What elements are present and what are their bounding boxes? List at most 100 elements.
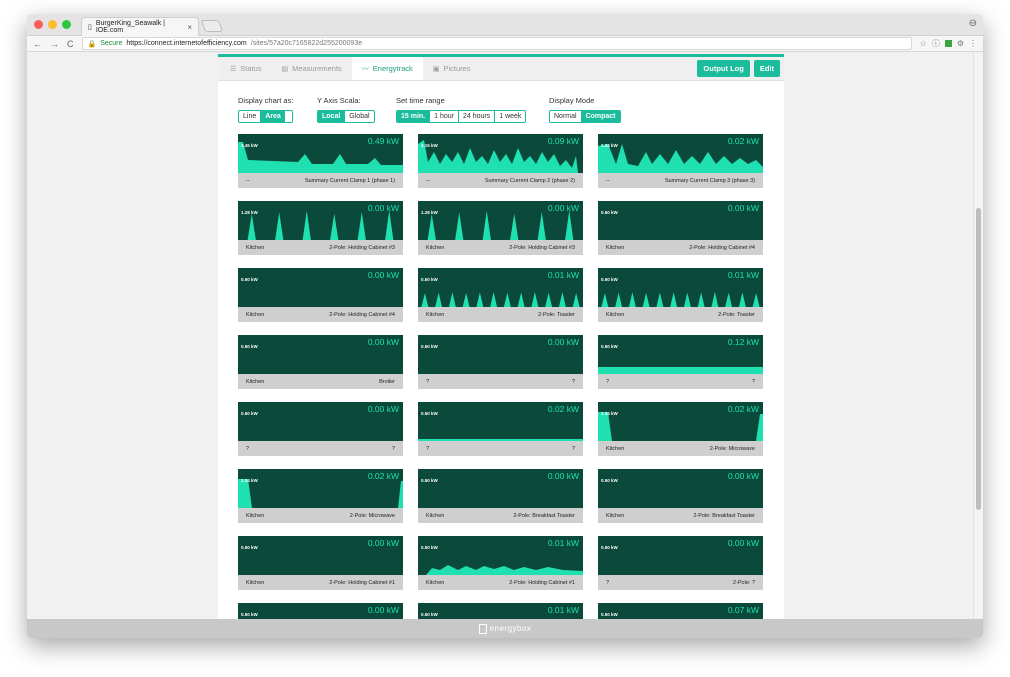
- energy-card[interactable]: 0.50 kW 0.02 kW??: [418, 402, 583, 456]
- energybox-logo-icon: [478, 623, 487, 634]
- energy-area-chart[interactable]: 2.34 kW 0.02 kW: [598, 134, 763, 173]
- energy-card[interactable]: 0.50 kW 0.00 kW Kitchen 2-Pole: Holding Cab…: [238, 268, 403, 322]
- energy-area-chart[interactable]: 3.45 kW 0.49 kW: [238, 134, 403, 173]
- energy-card[interactable]: 1.28 kW 0.00 kW Kitchen 2-Pole: Holding Cab…: [238, 201, 403, 255]
- extension-gear-icon[interactable]: ⚙: [957, 39, 964, 48]
- time-1hour-option[interactable]: 1 hour: [430, 111, 459, 122]
- energy-card[interactable]: 3.45 kW 0.49 kW -- Summary Current Clamp 1 …: [238, 134, 403, 188]
- chart-line-option[interactable]: Line: [239, 111, 262, 122]
- back-icon[interactable]: ←: [33, 39, 42, 49]
- energy-area-chart[interactable]: 0.50 kW 0.00 kW: [238, 603, 403, 619]
- tab-energytrack[interactable]: 〰 Energytrack: [351, 57, 423, 80]
- energy-card[interactable]: 0.50 kW 0.00 kW Kitchen 2-Pole: Breakfast T…: [418, 469, 583, 523]
- star-icon[interactable]: ☆: [920, 39, 927, 48]
- tab-energytrack-label: Energytrack: [372, 64, 413, 73]
- browser-tab[interactable]: ▯ BurgerKing_Seawalk | IOE.com ×: [81, 17, 199, 36]
- energy-area-chart[interactable]: 0.50 kW 0.07 kW: [598, 603, 763, 619]
- energy-card[interactable]: 0.50 kW 0.00 kW Kitchen 2-Pole: Holding Cab…: [238, 536, 403, 590]
- card-footer: ??: [418, 374, 583, 389]
- energy-card[interactable]: 0.50 kW 0.00 kW??: [238, 402, 403, 456]
- energy-area-chart[interactable]: 0.50 kW 0.02 kW: [418, 402, 583, 441]
- new-tab-button[interactable]: [200, 20, 224, 32]
- tab-status[interactable]: ☰ Status: [220, 57, 272, 80]
- energy-area-chart[interactable]: 0.50 kW 0.00 kW: [418, 335, 583, 374]
- energy-area-chart[interactable]: 0.50 kW 0.01 kW: [598, 268, 763, 307]
- chart-area-option[interactable]: Area: [261, 111, 285, 122]
- scrollbar[interactable]: [973, 52, 983, 619]
- location-label: Kitchen: [246, 579, 265, 586]
- edit-button[interactable]: Edit: [753, 60, 780, 77]
- energy-card[interactable]: 4.15 kW 0.09 kW -- Summary Current Clamp 2 …: [418, 134, 583, 188]
- energy-card[interactable]: 2.34 kW 0.02 kW -- Summary Current Clamp 3 …: [598, 134, 763, 188]
- energy-card[interactable]: 0.50 kW 0.01 kW: [418, 603, 583, 619]
- location-label: Kitchen: [606, 244, 625, 251]
- circuit-label: 2-Pole: Microwave: [709, 445, 755, 452]
- energy-card[interactable]: 1.34 kW 0.02 kW Kitchen 2-Pole: Microwave: [238, 469, 403, 523]
- current-power-value: 0.02 kW: [547, 404, 579, 414]
- energy-card[interactable]: 0.50 kW 0.00 kW Kitchen Broiler: [238, 335, 403, 389]
- forward-icon[interactable]: →: [50, 39, 59, 49]
- circuit-label: Summary Current Clamp 2 (phase 2): [484, 177, 575, 184]
- energy-card[interactable]: 0.50 kW 0.07 kW: [598, 603, 763, 619]
- minimize-window-button[interactable]: [48, 20, 57, 29]
- energy-card[interactable]: 0.50 kW 0.01 kW Kitchen 2-Pole: Toaster: [598, 268, 763, 322]
- url-input[interactable]: 🔒 Secure https://connect.internetofeffic…: [81, 37, 912, 50]
- energy-area-chart[interactable]: 0.50 kW 0.00 kW: [238, 536, 403, 575]
- energy-card[interactable]: 0.50 kW 0.00 kW? 2-Pole: ?: [598, 536, 763, 590]
- tab-measurements[interactable]: ▤ Measurements: [272, 57, 352, 80]
- energy-area-chart[interactable]: 1.34 kW 0.02 kW: [238, 469, 403, 508]
- menu-dots-icon[interactable]: ⋮: [969, 39, 977, 48]
- energy-area-chart[interactable]: 0.50 kW 0.01 kW: [418, 268, 583, 307]
- energy-area-chart[interactable]: 0.50 kW 0.01 kW: [418, 603, 583, 619]
- current-power-value: 0.00 kW: [367, 270, 399, 280]
- power-area: [598, 144, 763, 173]
- energy-area-chart[interactable]: 1.34 kW 0.02 kW: [598, 402, 763, 441]
- info-icon[interactable]: ⓘ: [932, 38, 940, 49]
- extension-icon[interactable]: [944, 40, 952, 47]
- energy-area-chart[interactable]: 0.50 kW 0.00 kW: [238, 268, 403, 307]
- card-footer: ??: [418, 441, 583, 456]
- time-24hours-option[interactable]: 24 hours: [459, 111, 496, 122]
- energy-card[interactable]: 0.50 kW 0.00 kW: [238, 603, 403, 619]
- close-tab-icon[interactable]: ×: [187, 23, 192, 32]
- close-window-button[interactable]: [34, 20, 43, 29]
- energy-area-chart[interactable]: 0.50 kW 0.00 kW: [598, 536, 763, 575]
- trend-icon: 〰: [361, 65, 369, 73]
- display-mode-toggle: Normal Compact: [549, 110, 621, 123]
- energy-area-chart[interactable]: 0.50 kW 0.01 kW: [418, 536, 583, 575]
- energy-area-chart[interactable]: 0.50 kW 0.00 kW: [238, 402, 403, 441]
- mode-compact-option[interactable]: Compact: [581, 111, 620, 122]
- energy-area-chart[interactable]: 0.50 kW 0.00 kW: [418, 469, 583, 508]
- y-axis-local-option[interactable]: Local: [318, 111, 346, 122]
- y-axis-global-option[interactable]: Global: [345, 111, 373, 122]
- energy-card[interactable]: 0.50 kW 0.00 kW??: [418, 335, 583, 389]
- output-log-button[interactable]: Output Log: [697, 60, 750, 77]
- current-power-value: 0.00 kW: [727, 471, 759, 481]
- energy-card[interactable]: 0.50 kW 0.00 kW Kitchen 2-Pole: Breakfast T…: [598, 469, 763, 523]
- mode-normal-option[interactable]: Normal: [550, 111, 582, 122]
- energy-card[interactable]: 0.50 kW 0.12 kW??: [598, 335, 763, 389]
- tab-pictures[interactable]: ▣ Pictures: [423, 57, 481, 80]
- profile-icon[interactable]: ⊖: [969, 18, 977, 29]
- scrollbar-thumb[interactable]: [976, 208, 981, 510]
- energy-area-chart[interactable]: 0.50 kW 0.00 kW: [598, 469, 763, 508]
- energy-area-chart[interactable]: 1.28 kW 0.00 kW: [418, 201, 583, 240]
- energy-card[interactable]: 0.50 kW 0.01 kW Kitchen 2-Pole: Toaster: [418, 268, 583, 322]
- reload-icon[interactable]: C: [67, 39, 74, 49]
- time-range-label: Set time range: [396, 96, 445, 105]
- energy-area-chart[interactable]: 1.28 kW 0.00 kW: [238, 201, 403, 240]
- energy-area-chart[interactable]: 0.50 kW 0.00 kW: [598, 201, 763, 240]
- card-footer: Kitchen 2-Pole: Holding Cabinet #3: [238, 240, 403, 255]
- time-1week-option[interactable]: 1 week: [495, 111, 525, 122]
- energy-area-chart[interactable]: 0.50 kW 0.12 kW: [598, 335, 763, 374]
- energy-area-chart[interactable]: 4.15 kW 0.09 kW: [418, 134, 583, 173]
- energy-card[interactable]: 0.50 kW 0.00 kW Kitchen 2-Pole: Holding Cab…: [598, 201, 763, 255]
- power-area: [598, 412, 763, 441]
- maximize-window-button[interactable]: [62, 20, 71, 29]
- energy-card[interactable]: 0.50 kW 0.01 kW Kitchen 2-Pole: Holding Cab…: [418, 536, 583, 590]
- energy-area-chart[interactable]: 0.50 kW 0.00 kW: [238, 335, 403, 374]
- energy-card[interactable]: 1.34 kW 0.02 kW Kitchen 2-Pole: Microwave: [598, 402, 763, 456]
- time-15min-option[interactable]: 15 min.: [397, 111, 431, 122]
- circuit-label: ?: [571, 445, 575, 452]
- energy-card[interactable]: 1.28 kW 0.00 kW Kitchen 2-Pole: Holding Cab…: [418, 201, 583, 255]
